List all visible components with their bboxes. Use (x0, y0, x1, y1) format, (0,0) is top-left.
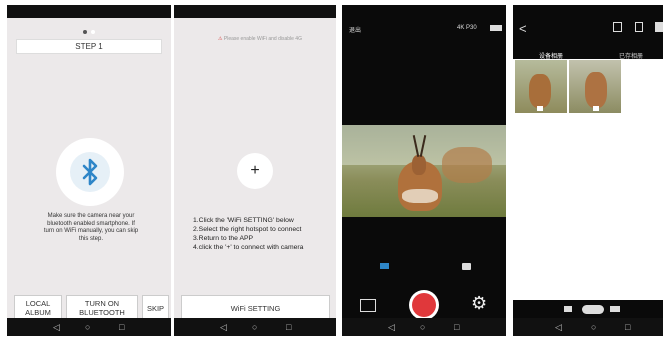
video-icon[interactable] (610, 306, 620, 312)
battery-icon (490, 25, 502, 31)
wifi-notice: ⚠ Please enable WiFi and disable 4G (218, 36, 302, 42)
wifi-setup-screen: ⚠ Please enable WiFi and disable 4G + 1.… (174, 5, 336, 336)
recent-apps-icon[interactable]: □ (119, 322, 124, 332)
recent-apps-icon[interactable]: □ (454, 322, 459, 332)
nav-bar: ◁ ○ □ (342, 318, 506, 336)
bluetooth-button[interactable] (56, 138, 124, 206)
more-icon[interactable] (655, 22, 663, 32)
back-icon[interactable]: ◁ (555, 322, 562, 332)
home-icon[interactable]: ○ (420, 322, 425, 332)
nav-bar: ◁ ○ □ (174, 318, 336, 336)
recent-apps-icon[interactable]: □ (625, 322, 630, 332)
thumbnail[interactable] (569, 60, 621, 113)
gallery-icon[interactable] (360, 299, 376, 312)
live-preview (342, 125, 506, 217)
tab-saved-album[interactable]: 已存相册 (619, 51, 643, 60)
page-indicator-active (83, 30, 87, 34)
home-icon[interactable]: ○ (591, 322, 596, 332)
step-title: STEP 1 (16, 39, 162, 54)
status-bar (174, 5, 336, 18)
mode-toggle[interactable] (582, 305, 604, 314)
exit-button[interactable]: 退出 (349, 25, 361, 34)
instruction-line: 4.click the '+' to connect with camera (193, 244, 304, 251)
status-bar (7, 5, 171, 18)
home-icon[interactable]: ○ (85, 322, 90, 332)
delete-icon[interactable] (635, 22, 643, 32)
recent-apps-icon[interactable]: □ (286, 322, 291, 332)
video-mode-icon[interactable] (380, 263, 389, 269)
warning-icon: ⚠ (218, 36, 223, 42)
back-icon[interactable]: ◁ (220, 322, 227, 332)
album-screen: < 设备相册 已存相册 ◁ ○ □ (513, 5, 663, 336)
camera-screen: 退出 4K P30 ⚙ ◁ ○ □ (342, 5, 506, 336)
nav-bar: ◁ ○ □ (513, 318, 663, 336)
back-icon[interactable]: ◁ (53, 322, 60, 332)
instruction-line: 2.Select the right hotspot to connect (193, 226, 302, 233)
photo-mode-icon[interactable] (462, 263, 471, 270)
back-icon[interactable]: < (519, 21, 527, 36)
page-indicator-inactive (91, 30, 95, 34)
bluetooth-setup-screen: STEP 1 Make sure the camera near your bl… (7, 5, 171, 336)
shutter-button[interactable] (412, 293, 436, 317)
download-icon[interactable] (613, 22, 622, 32)
resolution-label: 4K P30 (457, 25, 477, 31)
home-icon[interactable]: ○ (252, 322, 257, 332)
instruction-line: 1.Click the 'WiFi SETTING' below (193, 217, 294, 224)
wifi-instructions: 1.Click the 'WiFi SETTING' below 2.Selec… (193, 216, 303, 252)
back-icon[interactable]: ◁ (388, 322, 395, 332)
bluetooth-hint: Make sure the camera near your bluetooth… (43, 213, 139, 242)
camera-icon[interactable] (564, 306, 572, 312)
nav-bar: ◁ ○ □ (7, 318, 171, 336)
camera-icon (537, 106, 543, 111)
add-camera-button[interactable]: + (237, 153, 273, 189)
instruction-line: 3.Return to the APP (193, 235, 254, 242)
settings-icon[interactable]: ⚙ (471, 294, 487, 312)
bluetooth-icon (82, 158, 98, 186)
thumbnail[interactable] (515, 60, 567, 113)
camera-icon (593, 106, 599, 111)
tab-device-album[interactable]: 设备相册 (539, 51, 563, 60)
